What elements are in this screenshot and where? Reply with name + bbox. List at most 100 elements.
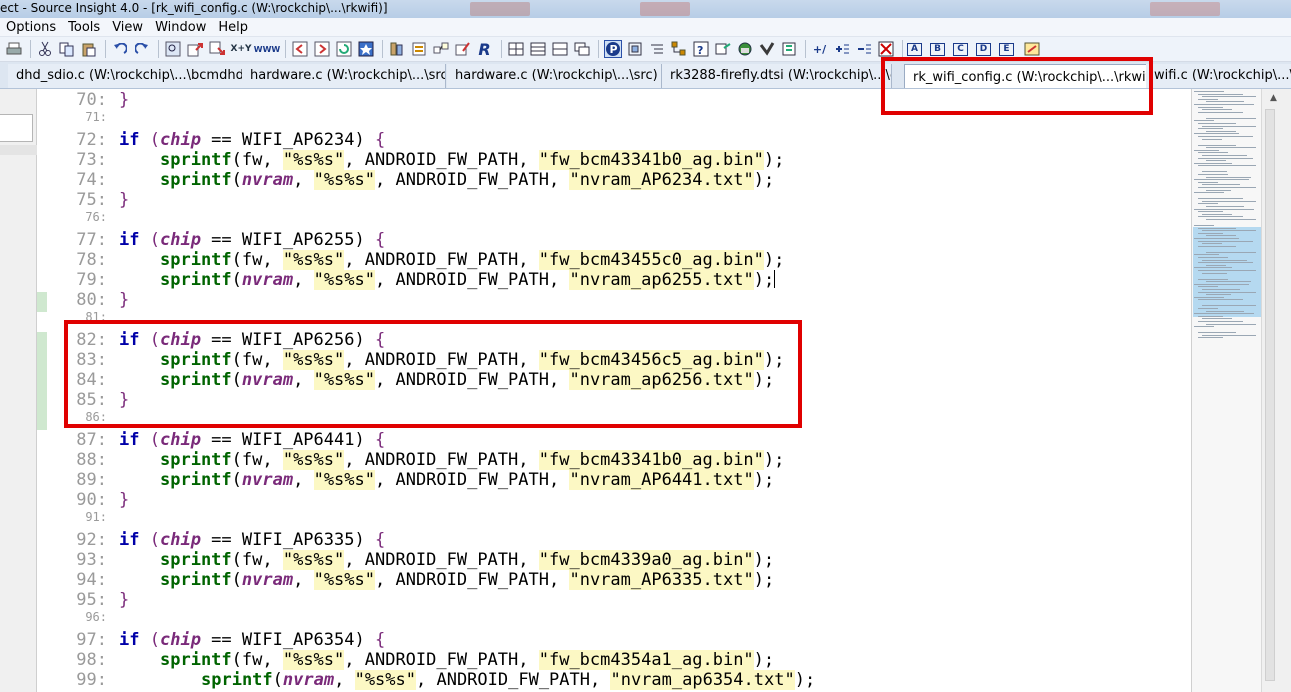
- redo-icon[interactable]: [132, 40, 151, 59]
- close-x-icon[interactable]: [876, 40, 895, 59]
- code-line[interactable]: 87: if (chip == WIFI_AP6441) {: [37, 430, 1187, 450]
- find-next-icon[interactable]: [207, 40, 226, 59]
- code-line[interactable]: 74: sprintf(nvram, "%s%s", ANDROID_FW_PAT…: [37, 170, 1187, 190]
- line-number: 73:: [76, 150, 107, 170]
- print-icon[interactable]: [4, 40, 23, 59]
- code-line[interactable]: 77: if (chip == WIFI_AP6255) {: [37, 230, 1187, 250]
- www-icon[interactable]: WWW: [254, 40, 280, 59]
- code-line[interactable]: 80:}: [37, 290, 1187, 310]
- project-icon[interactable]: [735, 40, 754, 59]
- minimap-line: [1198, 286, 1218, 288]
- vertical-scrollbar[interactable]: ▲: [1261, 89, 1291, 692]
- layout-2-icon[interactable]: [528, 40, 547, 59]
- scrollbar-thumb[interactable]: [1265, 109, 1275, 681]
- code-line[interactable]: 71:: [37, 110, 1187, 130]
- code-line[interactable]: 75:}: [37, 190, 1187, 210]
- tree-icon[interactable]: [669, 40, 688, 59]
- code-line[interactable]: 98: sprintf(fw, "%s%s", ANDROID_FW_PATH, …: [37, 650, 1187, 670]
- r-icon[interactable]: R: [475, 40, 494, 59]
- code-line[interactable]: 94: sprintf(nvram, "%s%s", ANDROID_FW_PAT…: [37, 570, 1187, 590]
- code-line[interactable]: 84: sprintf(nvram, "%s%s", ANDROID_FW_PAT…: [37, 370, 1187, 390]
- layout-1-icon[interactable]: [506, 40, 525, 59]
- code-line[interactable]: 73: sprintf(fw, "%s%s", ANDROID_FW_PATH, …: [37, 150, 1187, 170]
- string-literal: "%s%s": [282, 250, 345, 270]
- bookmark-icon[interactable]: [356, 40, 375, 59]
- line-number: 80:: [76, 290, 107, 310]
- code-line[interactable]: 95:}: [37, 590, 1187, 610]
- menu-tools[interactable]: Tools: [62, 18, 106, 37]
- find-icon[interactable]: [163, 40, 182, 59]
- minimap-line: [1202, 213, 1232, 215]
- f-icon[interactable]: [1022, 40, 1041, 59]
- outline-icon[interactable]: [647, 40, 666, 59]
- p-icon[interactable]: P: [603, 40, 622, 59]
- c-icon[interactable]: C: [953, 42, 968, 56]
- relation-icon[interactable]: [431, 40, 450, 59]
- b-icon[interactable]: B: [930, 42, 945, 56]
- browse-icon[interactable]: [387, 40, 406, 59]
- copy-icon[interactable]: [57, 40, 76, 59]
- jump-back-icon[interactable]: [290, 40, 309, 59]
- remove-line-icon[interactable]: [854, 40, 873, 59]
- add-line-icon[interactable]: [832, 40, 851, 59]
- tab-wifi[interactable]: wifi.c (W:\rockchip\...\wi: [1146, 64, 1291, 88]
- refactor-icon[interactable]: [453, 40, 472, 59]
- function-sprintf: sprintf: [160, 570, 232, 590]
- reload-icon[interactable]: [334, 40, 353, 59]
- symbol-search-box[interactable]: [0, 114, 33, 142]
- code-editor[interactable]: 70:} 71: 72: if (chip == WIFI_AP6234) {73: s…: [37, 89, 1191, 692]
- minimap-line: [1194, 313, 1254, 315]
- undo-icon[interactable]: [110, 40, 129, 59]
- code-line[interactable]: 85:}: [37, 390, 1187, 410]
- code-line[interactable]: 99: sprintf(nvram, "%s%s", ANDROID_FW_PAT…: [37, 670, 1187, 690]
- code-line[interactable]: 72: if (chip == WIFI_AP6234) {: [37, 130, 1187, 150]
- code-line[interactable]: 93: sprintf(fw, "%s%s", ANDROID_FW_PATH, …: [37, 550, 1187, 570]
- code-line[interactable]: 89: sprintf(nvram, "%s%s", ANDROID_FW_PAT…: [37, 470, 1187, 490]
- code-line[interactable]: 81:: [37, 310, 1187, 330]
- code-line[interactable]: 96:: [37, 610, 1187, 630]
- code-line[interactable]: 76:: [37, 210, 1187, 230]
- d-icon[interactable]: D: [976, 42, 991, 56]
- e-icon[interactable]: E: [999, 42, 1014, 56]
- menu-view[interactable]: View: [106, 18, 149, 37]
- code-line[interactable]: 86:: [37, 410, 1187, 430]
- code-minimap[interactable]: [1191, 89, 1261, 692]
- code-line[interactable]: 92: if (chip == WIFI_AP6335) {: [37, 530, 1187, 550]
- increase-icon[interactable]: +/: [810, 40, 829, 59]
- symbol-list-icon[interactable]: [409, 40, 428, 59]
- scroll-up-icon[interactable]: ▲: [1270, 93, 1277, 103]
- sync-icon[interactable]: [779, 40, 798, 59]
- replace-icon[interactable]: X+Y: [229, 40, 253, 59]
- code-line[interactable]: 79: sprintf(nvram, "%s%s", ANDROID_FW_PAT…: [37, 270, 1187, 290]
- context-icon[interactable]: [625, 40, 644, 59]
- a-icon[interactable]: A: [907, 42, 922, 56]
- code-line[interactable]: 83: sprintf(fw, "%s%s", ANDROID_FW_PATH, …: [37, 350, 1187, 370]
- link-icon[interactable]: [713, 40, 732, 59]
- code-line[interactable]: 88: sprintf(fw, "%s%s", ANDROID_FW_PATH, …: [37, 450, 1187, 470]
- tab-hardware-1[interactable]: hardware.c (W:\rockchip\...\src): [242, 64, 446, 88]
- layout-3-icon[interactable]: [550, 40, 569, 59]
- menu-help[interactable]: Help: [212, 18, 254, 37]
- help-icon[interactable]: ?: [691, 40, 710, 59]
- code-text: if (chip == WIFI_AP6335) {: [119, 530, 386, 550]
- cut-icon[interactable]: [35, 40, 54, 59]
- code-line[interactable]: 90:}: [37, 490, 1187, 510]
- code-line[interactable]: 97: if (chip == WIFI_AP6354) {: [37, 630, 1187, 650]
- tab-rk-wifi-config[interactable]: rk_wifi_config.c (W:\rockchip\...\rkwifi…: [904, 64, 1150, 88]
- jump-forward-icon[interactable]: [312, 40, 331, 59]
- layout-4-icon[interactable]: [572, 40, 591, 59]
- menu-options[interactable]: Options: [0, 18, 62, 37]
- paste-icon[interactable]: [79, 40, 98, 59]
- menu-window[interactable]: Window: [149, 18, 212, 37]
- function-sprintf: sprintf: [160, 150, 232, 170]
- code-line[interactable]: 82: if (chip == WIFI_AP6256) {: [37, 330, 1187, 350]
- code-line[interactable]: 78: sprintf(fw, "%s%s", ANDROID_FW_PATH, …: [37, 250, 1187, 270]
- tab-rk3288-firefly[interactable]: rk3288-firefly.dtsi (W:\rockchip\...\dts…: [662, 64, 892, 88]
- find-prev-icon[interactable]: [185, 40, 204, 59]
- tab-label: wifi.c (W:\rockchip\...\wi: [1154, 68, 1291, 83]
- tab-dhd-sdio[interactable]: dhd_sdio.c (W:\rockchip\...\bcmdhd): [8, 64, 246, 88]
- tab-hardware-2[interactable]: hardware.c (W:\rockchip\...\src) *: [447, 64, 662, 88]
- code-line[interactable]: 91:: [37, 510, 1187, 530]
- check-icon[interactable]: [757, 40, 776, 59]
- code-line[interactable]: 70:}: [37, 90, 1187, 110]
